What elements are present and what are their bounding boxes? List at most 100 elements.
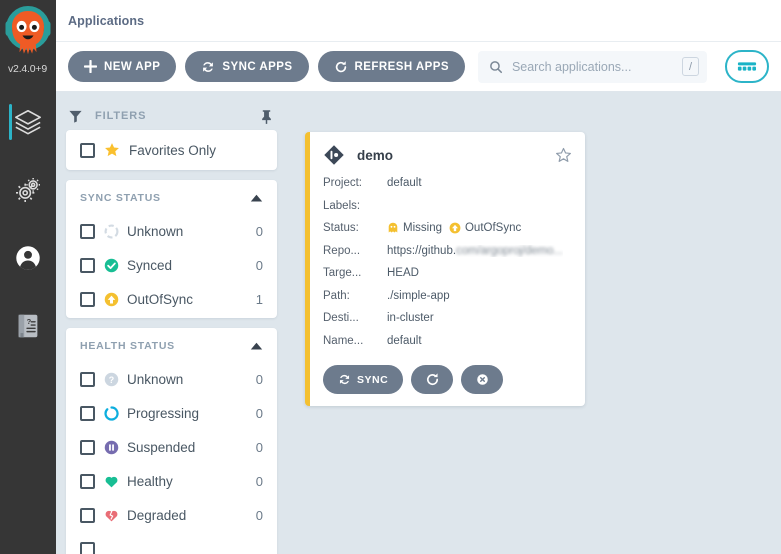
search-input[interactable] [502, 59, 682, 74]
user-circle-icon [16, 246, 40, 270]
sidebar-item-documentation[interactable]: ? [0, 292, 56, 360]
applications-grid: demo Project: default Labels: Status: Mi… [285, 92, 781, 554]
field-repo-url-redacted: com/argoproj/demo... [456, 244, 563, 257]
health-degraded-checkbox[interactable] [80, 507, 95, 523]
pin-icon[interactable] [260, 109, 273, 124]
field-target-revision: Targe... HEAD [323, 262, 572, 285]
application-fields: Project: default Labels: Status: Missing… [323, 172, 572, 352]
filter-row-partial[interactable] [66, 532, 277, 554]
filter-row-health-healthy[interactable]: Healthy 0 [66, 464, 277, 498]
health-status-section-header[interactable]: HEALTH STATUS [66, 330, 277, 362]
favorites-only-checkbox[interactable] [80, 142, 95, 158]
application-card-demo[interactable]: demo Project: default Labels: Status: Mi… [305, 132, 585, 406]
filters-header: FILTERS [66, 102, 277, 130]
health-healthy-count: 0 [255, 473, 263, 489]
field-destination: Desti... in-cluster [323, 307, 572, 330]
sync-icon [203, 61, 214, 72]
sidebar-item-settings[interactable] [0, 156, 56, 224]
health-healthy-checkbox[interactable] [80, 473, 95, 489]
filter-row-health-progressing[interactable]: Progressing 0 [66, 396, 277, 430]
sync-unknown-checkbox[interactable] [80, 223, 95, 239]
tiles-view-icon [737, 62, 757, 71]
card-sync-button[interactable]: SYNC [323, 365, 404, 394]
health-suspended-count: 0 [255, 439, 263, 455]
field-repo-key: Repo... [323, 244, 361, 257]
health-healthy-label: Healthy [127, 473, 173, 489]
field-target-key: Targe... [323, 267, 362, 280]
field-namespace-key: Name... [323, 334, 364, 347]
field-project: Project: default [323, 172, 572, 195]
argo-octopus-logo [5, 6, 51, 55]
health-suspended-checkbox[interactable] [80, 439, 95, 455]
application-name: demo [357, 147, 394, 163]
sync-synced-checkbox[interactable] [80, 257, 95, 273]
spinner-circle-icon [104, 405, 119, 421]
funnel-icon [69, 110, 82, 123]
refresh-icon [426, 373, 438, 386]
new-app-label: NEW APP [104, 60, 161, 73]
field-labels-key: Labels: [323, 199, 361, 212]
sync-outofsync-checkbox[interactable] [80, 291, 95, 307]
question-circle-icon: ? [104, 372, 119, 386]
view-toggle-button[interactable] [725, 50, 769, 83]
card-sync-label: SYNC [357, 373, 389, 386]
health-status-title: HEALTH STATUS [80, 340, 175, 352]
version-label: v2.4.0+9 [8, 63, 47, 75]
svg-text:?: ? [109, 374, 114, 384]
field-labels: Labels: [323, 195, 572, 218]
favorites-filter-panel: Favorites Only [66, 130, 277, 170]
filter-row-health-suspended[interactable]: Suspended 0 [66, 430, 277, 464]
field-repo-url-visible: https://github. [387, 244, 457, 257]
sync-synced-label: Synced [127, 257, 173, 273]
field-path-value: ./simple-app [387, 289, 450, 302]
health-degraded-label: Degraded [127, 507, 187, 523]
sync-outofsync-label: OutOfSync [127, 291, 194, 307]
chevron-up-icon[interactable] [250, 194, 263, 202]
sync-status-title: SYNC STATUS [80, 192, 161, 204]
sync-apps-label: SYNC APPS [222, 60, 293, 73]
new-app-button[interactable]: NEW APP [68, 51, 177, 82]
sync-status-section-header[interactable]: SYNC STATUS [66, 182, 277, 214]
status-chip-outofsync: OutOfSync [449, 222, 521, 234]
ghost-icon [388, 223, 398, 233]
sync-status-filter-panel: SYNC STATUS Unknown 0 Synced 0 OutOfSync… [66, 180, 277, 318]
field-project-key: Project: [323, 177, 362, 190]
argocd-applications-page: v2.4.0+9 ? Applications NEW APP SYNC APP… [0, 0, 781, 554]
sidebar-item-user-info[interactable] [0, 224, 56, 292]
layers-icon [15, 109, 41, 135]
search-bar[interactable]: / [477, 50, 707, 83]
plus-icon [84, 60, 97, 73]
health-unknown-checkbox[interactable] [80, 371, 95, 387]
content-body: FILTERS Favorites Only SYNC STATUS Unkno… [56, 92, 781, 554]
heart-broken-icon [105, 510, 118, 521]
filter-row-sync-unknown[interactable]: Unknown 0 [66, 214, 277, 248]
card-delete-button[interactable] [461, 365, 504, 394]
field-namespace: Name... default [323, 330, 572, 353]
sidebar-item-applications[interactable] [0, 88, 56, 156]
health-degraded-count: 0 [255, 507, 263, 523]
sync-icon [339, 374, 350, 385]
filter-row-health-unknown[interactable]: ? Unknown 0 [66, 362, 277, 396]
health-progressing-checkbox[interactable] [80, 405, 95, 421]
field-status-value: Missing OutOfSync [387, 222, 521, 234]
application-card-actions: SYNC [323, 365, 572, 394]
filter-row-health-degraded[interactable]: Degraded 0 [66, 498, 277, 532]
circle-dashed-icon [104, 224, 119, 238]
search-icon [490, 60, 502, 73]
argo-app-diamond-icon [324, 145, 344, 165]
card-refresh-button[interactable] [411, 365, 454, 394]
favorites-only-row[interactable]: Favorites Only [66, 132, 277, 168]
arrow-up-circle-icon [104, 292, 119, 306]
health-extra-checkbox[interactable] [80, 541, 95, 554]
sync-apps-button[interactable]: SYNC APPS [185, 51, 309, 82]
filter-row-sync-synced[interactable]: Synced 0 [66, 248, 277, 282]
chevron-up-icon[interactable] [250, 342, 263, 350]
health-progressing-label: Progressing [127, 405, 200, 421]
page-titlebar: Applications [56, 0, 781, 42]
status-missing-label: Missing [403, 222, 442, 235]
left-navbar: v2.4.0+9 ? [0, 0, 56, 554]
star-outline-icon[interactable] [555, 147, 572, 164]
filter-row-sync-outofsync[interactable]: OutOfSync 1 [66, 282, 277, 316]
refresh-apps-button[interactable]: REFRESH APPS [317, 51, 465, 82]
brand-logo-block[interactable]: v2.4.0+9 [0, 0, 56, 88]
